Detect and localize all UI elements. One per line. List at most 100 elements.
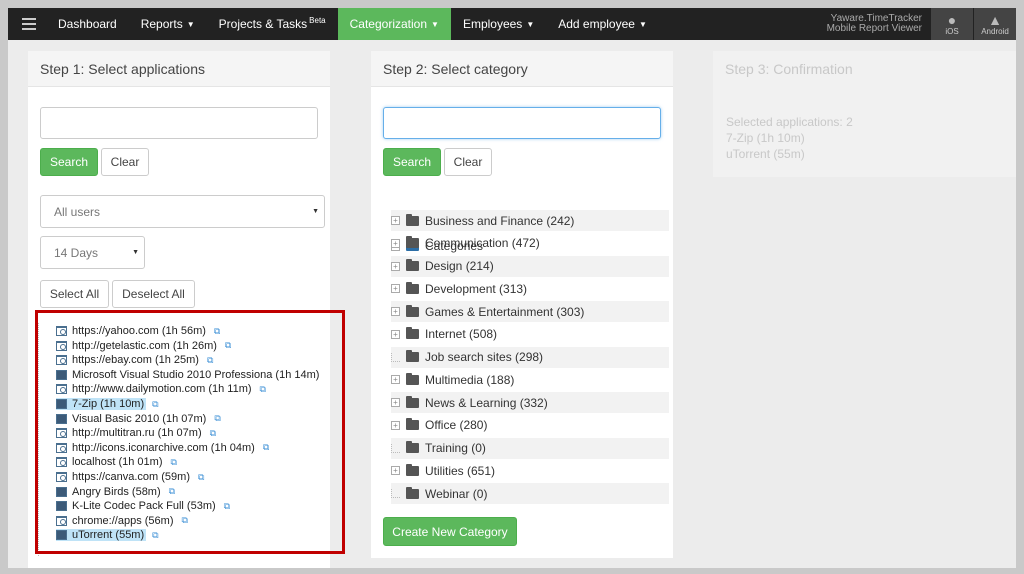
category-item[interactable]: Job search sites (298) (391, 346, 669, 368)
android-icon: ▲ (988, 11, 1002, 28)
select-all-button[interactable]: Select All (40, 280, 109, 308)
category-label: Webinar (0) (425, 486, 488, 501)
step3-panel: Step 3: Confirmation Selected applicatio… (713, 51, 1016, 177)
mobile-viewer-link[interactable]: Yaware.TimeTracker Mobile Report Viewer (819, 8, 930, 40)
ios-label: iOS (945, 26, 959, 36)
folder-icon (406, 213, 419, 226)
chevron-down-icon: ▼ (431, 19, 439, 29)
folder-icon (406, 236, 419, 249)
nav-employees[interactable]: Employees ▼ (451, 8, 546, 40)
expand-icon[interactable]: + (391, 284, 400, 294)
chevron-down-icon: ▼ (526, 19, 535, 29)
expand-icon[interactable]: + (391, 238, 400, 248)
category-item[interactable]: + Business and Finance (242) (391, 210, 669, 231)
expand-icon[interactable]: + (391, 216, 400, 225)
category-label: Multimedia (188) (425, 372, 515, 387)
step1-title: Step 1: Select applications (28, 51, 330, 87)
chevron-down-icon: ▼ (638, 19, 647, 29)
beta-badge: Beta (309, 16, 326, 25)
nav-categorization[interactable]: Categorization ▼ (337, 8, 451, 40)
step2-title: Step 2: Select category (371, 51, 673, 87)
folder-icon (406, 395, 419, 408)
apple-icon: ● (947, 11, 957, 28)
category-item[interactable]: + Multimedia (188) (391, 369, 669, 390)
dropdown-arrow-icon: ▼ (312, 208, 319, 215)
folder-icon (406, 281, 419, 294)
category-item[interactable]: + Design (214) (391, 255, 669, 277)
app-search-button[interactable]: Search (40, 148, 98, 176)
category-item[interactable]: Training (0) (391, 437, 669, 459)
menu-icon[interactable] (8, 8, 50, 40)
category-item[interactable]: + Internet (508) (391, 324, 669, 345)
category-label: Job search sites (298) (425, 350, 544, 364)
tree-connector (391, 443, 400, 453)
nav-categorization-label: Categorization (349, 17, 428, 31)
android-button[interactable]: ▲ Android (973, 8, 1016, 40)
category-item[interactable]: Webinar (0) (391, 483, 669, 504)
folder-icon (406, 486, 419, 499)
category-label: Development (313) (425, 281, 528, 296)
tree-connector (391, 489, 400, 498)
category-label: Design (214) (425, 259, 494, 273)
tree-connector (391, 352, 400, 362)
nav-employees-label: Employees (462, 17, 523, 31)
create-category-button[interactable]: Create New Category (383, 517, 517, 546)
expand-icon[interactable]: + (391, 398, 400, 407)
users-select-value: All users (54, 204, 101, 219)
expand-icon[interactable]: + (391, 466, 400, 476)
period-select-value: 14 Days (54, 245, 99, 260)
nav-dashboard[interactable]: Dashboard (50, 8, 129, 40)
highlight-box (35, 310, 345, 554)
selected-item: 7-Zip (1h 10m) (726, 131, 805, 145)
nav-projects-tasks[interactable]: Projects & Tasks Beta (207, 8, 338, 40)
category-clear-button[interactable]: Clear (444, 148, 492, 176)
users-select[interactable]: All users ▼ (40, 195, 325, 228)
category-item[interactable]: + Utilities (651) (391, 460, 669, 481)
category-label: Business and Finance (242) (425, 213, 575, 228)
folder-icon (406, 463, 419, 476)
expand-icon[interactable]: + (391, 375, 400, 385)
deselect-all-button[interactable]: Deselect All (112, 280, 195, 308)
top-navbar: Dashboard Reports ▼ Projects & Tasks Beta … (8, 8, 1016, 40)
nav-add-employee-label: Add employee (558, 17, 635, 31)
android-label: Android (981, 26, 1009, 36)
chevron-down-icon: ▼ (186, 19, 195, 29)
selected-summary: Selected applications: 2 (726, 115, 853, 129)
selected-item: uTorrent (55m) (726, 147, 805, 161)
category-label: Training (0) (425, 441, 486, 455)
nav-reports-label: Reports (140, 17, 183, 31)
nav-reports[interactable]: Reports ▼ (129, 8, 207, 40)
nav-projects-label: Projects & Tasks (218, 17, 308, 31)
period-select[interactable]: 14 Days ▼ (40, 236, 145, 269)
expand-icon[interactable]: + (391, 261, 400, 271)
category-label: News & Learning (332) (425, 395, 548, 410)
step2-panel: Step 2: Select category Search Clear − C… (371, 51, 673, 558)
folder-icon (406, 350, 419, 362)
category-item[interactable]: + Games & Entertainment (303) (391, 301, 669, 322)
category-item[interactable]: + News & Learning (332) (391, 392, 669, 413)
step3-title: Step 3: Confirmation (713, 51, 1016, 87)
nav-add-employee[interactable]: Add employee ▼ (546, 8, 659, 40)
app-search-input[interactable] (40, 107, 318, 139)
app-clear-button[interactable]: Clear (101, 148, 149, 176)
dropdown-arrow-icon: ▼ (132, 249, 139, 256)
category-label: Utilities (651) (425, 463, 496, 478)
folder-icon (406, 441, 419, 453)
category-label: Internet (508) (425, 327, 498, 342)
folder-icon (406, 327, 419, 340)
folder-icon (406, 418, 419, 431)
category-item[interactable]: + Development (313) (391, 278, 669, 299)
expand-icon[interactable]: + (391, 307, 400, 316)
category-label: Communication (472) (425, 236, 540, 251)
expand-icon[interactable]: + (391, 329, 400, 339)
nav-dashboard-label: Dashboard (58, 17, 117, 31)
category-search-input[interactable] (383, 107, 661, 139)
category-item[interactable]: + Office (280) (391, 415, 669, 436)
ios-button[interactable]: ● iOS (930, 8, 973, 40)
category-item[interactable]: + Communication (472) (391, 233, 669, 254)
category-search-button[interactable]: Search (383, 148, 441, 176)
mobile-viewer-line2: Mobile Report Viewer (826, 23, 922, 34)
folder-icon (406, 372, 419, 385)
category-label: Games & Entertainment (303) (425, 304, 585, 319)
expand-icon[interactable]: + (391, 420, 400, 430)
